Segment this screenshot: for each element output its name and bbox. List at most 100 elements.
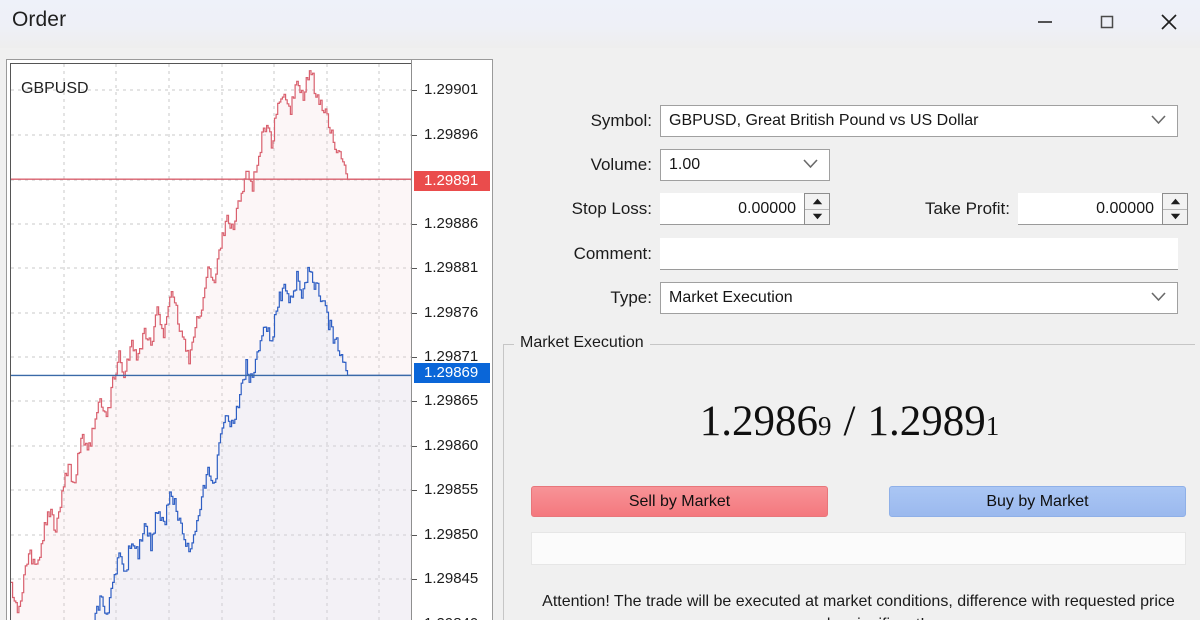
take-profit-spinner[interactable]: [1162, 193, 1188, 225]
price-tick-label: 1.29901: [424, 81, 478, 98]
close-button[interactable]: [1138, 0, 1200, 44]
price-tick: 1.29850: [412, 526, 492, 544]
price-tick: 1.29845: [412, 570, 492, 588]
price-tick: 1.29855: [412, 481, 492, 499]
caret-down-icon: [812, 213, 823, 220]
price-tick: 1.29865: [412, 392, 492, 410]
price-tick-label: 1.29891: [424, 172, 478, 189]
tick-mark: [412, 490, 417, 491]
tick-mark: [412, 135, 417, 136]
bid-price-main: 1.2986: [700, 398, 818, 445]
price-tick-label: 1.29850: [424, 526, 478, 543]
tick-mark: [412, 313, 417, 314]
comment-row: Comment:: [500, 238, 1178, 270]
bid-price-tag: 1.29869: [414, 363, 490, 383]
order-form: Symbol: GBPUSD, Great British Pound vs U…: [500, 48, 1200, 620]
chart-pane: GBPUSD 1.29901 1.29896 1.29891 1.29886 1.298…: [6, 59, 493, 620]
window-title: Order: [0, 0, 66, 32]
price-tick: 1.29860: [412, 437, 492, 455]
type-select[interactable]: Market Execution: [660, 282, 1178, 314]
price-tick: 1.29896: [412, 126, 492, 144]
symbol-select[interactable]: GBPUSD, Great British Pound vs US Dollar: [660, 105, 1178, 137]
price-quote: 1.29869/1.29891: [504, 397, 1195, 446]
price-tick: 1.29881: [412, 259, 492, 277]
type-label: Type:: [500, 288, 652, 308]
volume-select[interactable]: 1.00: [660, 149, 830, 181]
status-bar: [531, 532, 1186, 565]
sell-by-market-button[interactable]: Sell by Market: [531, 486, 828, 517]
chart-symbol-label: GBPUSD: [21, 80, 89, 98]
stop-loss-row: Stop Loss: 0.00000: [500, 193, 830, 225]
stop-loss-increment[interactable]: [805, 194, 829, 210]
stop-loss-label: Stop Loss:: [500, 199, 652, 219]
price-tick-label: 1.29896: [424, 126, 478, 143]
volume-row: Volume: 1.00: [500, 149, 860, 181]
market-execution-title: Market Execution: [514, 334, 650, 352]
price-scale[interactable]: 1.29901 1.29896 1.29891 1.29886 1.29881 1.298…: [412, 60, 492, 620]
symbol-label: Symbol:: [500, 111, 652, 131]
caret-up-icon: [1170, 198, 1181, 205]
price-tick: 1.29876: [412, 304, 492, 322]
take-profit-stepper[interactable]: 0.00000: [1018, 193, 1188, 225]
price-tick-label: 1.29860: [424, 437, 478, 454]
stop-loss-spinner[interactable]: [804, 193, 830, 225]
tick-mark: [412, 268, 417, 269]
title-bar: Order: [0, 0, 1200, 48]
ask-price-last-digit: 1: [986, 411, 1000, 441]
bid-price-last-digit: 9: [818, 411, 832, 441]
price-tick-label: 1.29865: [424, 392, 478, 409]
symbol-value: GBPUSD, Great British Pound vs US Dollar: [669, 112, 978, 130]
quote-separator: /: [844, 398, 856, 445]
stop-loss-value[interactable]: 0.00000: [660, 193, 804, 225]
symbol-row: Symbol: GBPUSD, Great British Pound vs U…: [500, 105, 1178, 137]
price-tick-label: 1.29845: [424, 570, 478, 587]
tick-mark: [412, 357, 417, 358]
price-tick-label: 1.29886: [424, 215, 478, 232]
price-chart: [7, 60, 411, 620]
price-tick-label: 1.29840: [424, 615, 478, 620]
price-tick: 1.29886: [412, 215, 492, 233]
price-tick-label: 1.29881: [424, 259, 478, 276]
minimize-button[interactable]: [1014, 0, 1076, 44]
attention-message: Attention! The trade will be executed at…: [534, 590, 1183, 620]
close-icon: [1157, 10, 1181, 34]
tick-mark: [412, 446, 417, 447]
caret-down-icon: [1170, 213, 1181, 220]
ask-price-tag: 1.29891: [414, 171, 490, 191]
window-controls: [1014, 0, 1200, 44]
tick-mark: [412, 401, 417, 402]
take-profit-value[interactable]: 0.00000: [1018, 193, 1162, 225]
take-profit-row: Take Profit: 0.00000: [866, 193, 1196, 225]
window-body: GBPUSD 1.29901 1.29896 1.29891 1.29886 1.298…: [0, 48, 1200, 620]
chevron-down-icon: [802, 156, 819, 174]
maximize-button[interactable]: [1076, 0, 1138, 44]
market-execution-group: Market Execution 1.29869/1.29891 Sell by…: [503, 344, 1195, 620]
price-tick-label: 1.29855: [424, 481, 478, 498]
caret-up-icon: [812, 198, 823, 205]
price-tick: 1.29901: [412, 81, 492, 99]
price-tick-label: 1.29869: [424, 364, 478, 381]
volume-value: 1.00: [669, 156, 700, 174]
tick-mark: [412, 535, 417, 536]
trade-buttons: Sell by Market Buy by Market: [531, 486, 1186, 517]
type-value: Market Execution: [669, 289, 793, 307]
take-profit-increment[interactable]: [1163, 194, 1187, 210]
chart-plot-area[interactable]: GBPUSD: [7, 60, 412, 620]
tick-mark: [412, 224, 417, 225]
buy-by-market-button[interactable]: Buy by Market: [889, 486, 1186, 517]
tick-mark: [412, 90, 417, 91]
tick-mark: [412, 579, 417, 580]
take-profit-label: Take Profit:: [866, 199, 1010, 219]
volume-label: Volume:: [500, 155, 652, 175]
price-tick: 1.29840: [412, 615, 492, 620]
comment-input[interactable]: [660, 238, 1178, 270]
stop-loss-decrement[interactable]: [805, 210, 829, 225]
minimize-icon: [1034, 11, 1056, 33]
type-row: Type: Market Execution: [500, 282, 1178, 314]
chevron-down-icon: [1150, 289, 1167, 307]
take-profit-decrement[interactable]: [1163, 210, 1187, 225]
price-tick-label: 1.29876: [424, 304, 478, 321]
stop-loss-stepper[interactable]: 0.00000: [660, 193, 830, 225]
comment-label: Comment:: [500, 244, 652, 264]
order-window: Order G: [0, 0, 1200, 620]
